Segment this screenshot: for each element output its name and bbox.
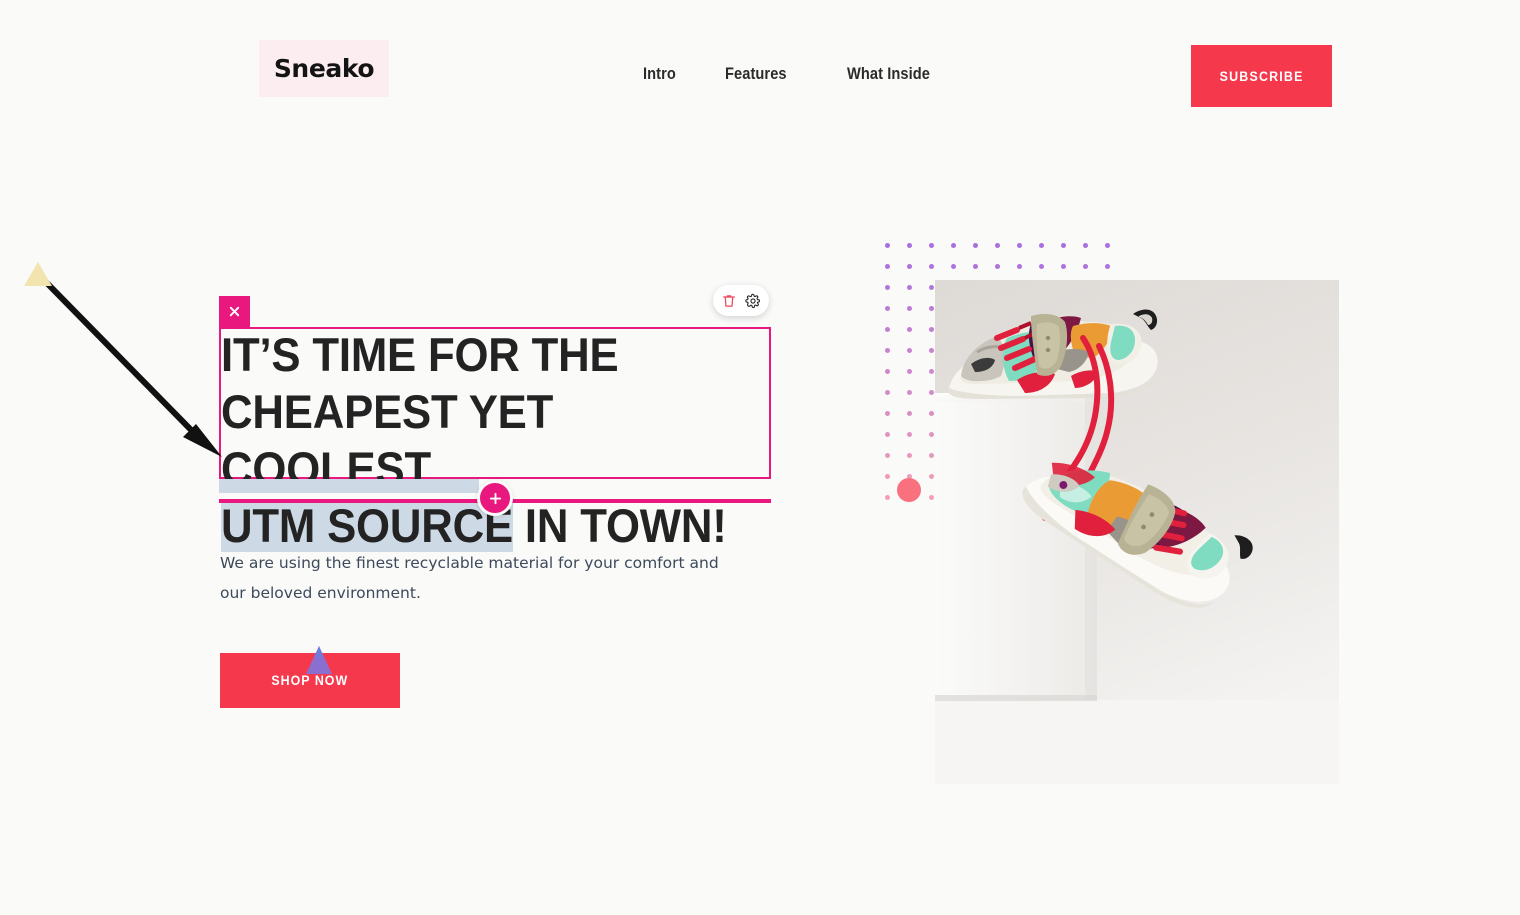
pattern-dot <box>1039 243 1044 248</box>
hero-paragraph: We are using the finest recyclable mater… <box>220 554 719 602</box>
close-block-button[interactable] <box>219 296 250 327</box>
close-icon <box>229 306 240 317</box>
main-nav: Intro Features What Inside <box>643 64 943 84</box>
pattern-dot <box>1017 243 1022 248</box>
product-image <box>935 280 1339 784</box>
pattern-dot <box>907 432 912 437</box>
pattern-dot <box>907 369 912 374</box>
pattern-dot <box>929 390 934 395</box>
annotation-arrow-head <box>183 424 222 457</box>
pattern-dot <box>973 264 978 269</box>
logo[interactable]: Sneako <box>259 40 389 97</box>
pattern-dot <box>929 453 934 458</box>
pattern-dot <box>1105 243 1110 248</box>
pattern-dot <box>885 243 890 248</box>
pattern-dot <box>907 411 912 416</box>
block-divider <box>219 480 771 516</box>
pattern-dot <box>929 369 934 374</box>
pattern-dot <box>1017 264 1022 269</box>
pattern-dot <box>929 432 934 437</box>
shop-now-label: SHOP NOW <box>271 673 349 688</box>
pattern-dot <box>951 264 956 269</box>
trash-icon[interactable] <box>721 293 737 309</box>
pattern-dot <box>885 474 890 479</box>
site-header: Sneako Intro Features What Inside SUBSCR… <box>0 0 1520 150</box>
pattern-dot <box>885 306 890 311</box>
pattern-dot <box>929 348 934 353</box>
pattern-dot <box>885 453 890 458</box>
product-photo-graphic <box>935 280 1339 784</box>
headline-text-selected: UTM SOURCE <box>221 499 513 552</box>
pattern-dot <box>907 453 912 458</box>
subscribe-button-label: SUBSCRIBE <box>1219 68 1304 84</box>
pattern-dot <box>885 369 890 374</box>
nav-item-what-inside[interactable]: What Inside <box>847 64 930 84</box>
editor-toolbar <box>713 285 769 316</box>
pattern-dot <box>907 264 912 269</box>
pattern-dot <box>1083 264 1088 269</box>
pattern-dot <box>885 327 890 332</box>
pattern-dot <box>973 243 978 248</box>
headline-edit-box[interactable] <box>219 327 771 479</box>
cursor-cream-icon <box>24 262 52 286</box>
shop-now-button[interactable]: SHOP NOW <box>220 653 400 708</box>
pattern-dot <box>929 243 934 248</box>
headline-text-after: IN TOWN! <box>512 499 727 552</box>
pattern-dot <box>907 348 912 353</box>
pattern-dot <box>885 432 890 437</box>
pattern-dot <box>885 264 890 269</box>
pattern-dot <box>929 411 934 416</box>
add-block-button[interactable] <box>477 480 513 516</box>
pattern-dot <box>1061 264 1066 269</box>
pattern-dot <box>995 264 1000 269</box>
nav-item-features[interactable]: Features <box>725 64 787 84</box>
decorative-coral-circle <box>897 478 921 502</box>
pattern-dot <box>929 327 934 332</box>
page-root: Sneako Intro Features What Inside SUBSCR… <box>0 0 1520 915</box>
gear-icon[interactable] <box>745 293 761 309</box>
pattern-dot <box>1061 243 1066 248</box>
pattern-dot <box>907 390 912 395</box>
pattern-dot <box>907 243 912 248</box>
pattern-dot <box>995 243 1000 248</box>
pattern-dot <box>885 495 890 500</box>
pattern-dot <box>1083 243 1088 248</box>
pattern-dot <box>1039 264 1044 269</box>
pattern-dot <box>1105 264 1110 269</box>
pattern-dot <box>885 285 890 290</box>
pattern-dot <box>929 495 934 500</box>
selection-underline <box>219 479 479 493</box>
pattern-dot <box>929 474 934 479</box>
annotation-arrow-shaft <box>37 273 201 440</box>
pattern-dot <box>929 306 934 311</box>
pattern-dot <box>951 243 956 248</box>
pattern-dot <box>907 327 912 332</box>
pattern-dot <box>929 264 934 269</box>
nav-item-intro[interactable]: Intro <box>643 64 676 84</box>
pattern-dot <box>929 285 934 290</box>
logo-text: Sneako <box>273 54 375 83</box>
pattern-dot <box>907 285 912 290</box>
pattern-dot <box>885 411 890 416</box>
plus-icon <box>489 492 501 504</box>
pattern-dot <box>907 306 912 311</box>
pattern-dot <box>885 390 890 395</box>
pattern-dot <box>885 348 890 353</box>
subscribe-button[interactable]: SUBSCRIBE <box>1191 45 1332 107</box>
